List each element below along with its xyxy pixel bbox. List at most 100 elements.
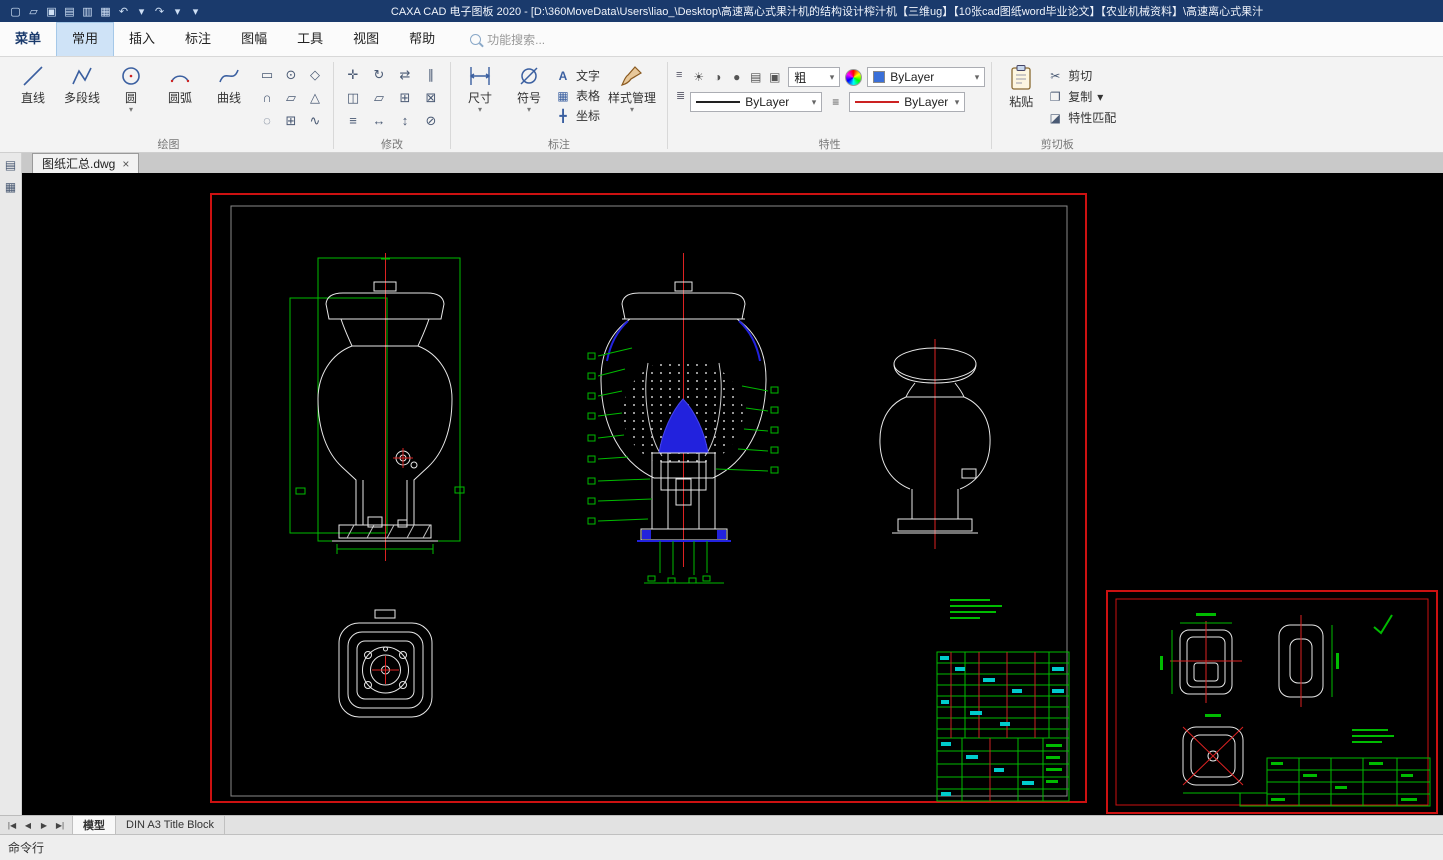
- sheet-tab-模型[interactable]: 模型: [72, 816, 116, 834]
- symbol-button[interactable]: 符号 ▾: [506, 61, 552, 114]
- function-search[interactable]: 功能搜索...: [470, 22, 545, 56]
- draw-grid-icon-7[interactable]: ⊞: [279, 109, 303, 132]
- menu-tab-常用[interactable]: 常用: [56, 22, 115, 56]
- open-icon[interactable]: ▱: [26, 5, 41, 18]
- list-icon[interactable]: ≡: [827, 95, 844, 109]
- draw-grid-icon-6[interactable]: ◌: [255, 109, 279, 132]
- half-circle-icon[interactable]: ◑: [709, 70, 726, 84]
- new-icon[interactable]: ▢: [8, 5, 23, 18]
- modify-grid-icon-10[interactable]: ↕: [392, 109, 418, 132]
- redo-icon[interactable]: ↷: [152, 5, 167, 18]
- sun-icon[interactable]: ☀: [690, 70, 707, 84]
- dimension-button[interactable]: 尺寸 ▾: [457, 61, 503, 114]
- draw-grid-icon-3[interactable]: ∩: [255, 86, 279, 109]
- linetype-value: ByLayer: [745, 95, 790, 109]
- customize-toolbar-icon[interactable]: ▾: [188, 5, 203, 18]
- modify-grid-icon-2[interactable]: ⇄: [392, 63, 418, 86]
- layer-swatch-icon: [873, 71, 886, 83]
- drawing-canvas[interactable]: [22, 173, 1443, 815]
- sheet-nav-0[interactable]: |◀: [4, 821, 20, 830]
- paste-button[interactable]: 粘贴: [998, 61, 1044, 110]
- undo-dropdown-icon[interactable]: ▾: [134, 5, 149, 18]
- redo-dropdown-icon[interactable]: ▾: [170, 5, 185, 18]
- dot-icon[interactable]: ●: [728, 70, 745, 84]
- command-line[interactable]: 命令行: [0, 834, 1443, 860]
- modify-grid-icon-1[interactable]: ↻: [366, 63, 392, 86]
- sheet-nav-1[interactable]: ◀: [20, 821, 36, 830]
- modify-grid-icon-3[interactable]: ∥: [418, 63, 444, 86]
- save-as-icon[interactable]: ▥: [80, 5, 95, 18]
- menu-tab-标注[interactable]: 标注: [170, 22, 226, 56]
- style-manager-button[interactable]: 样式管理 ▾: [603, 61, 661, 114]
- draw-grid-icon-4[interactable]: ▱: [279, 86, 303, 109]
- draw-grid-icon-5[interactable]: △: [303, 86, 327, 109]
- draw-grid-icon-0[interactable]: ▭: [255, 63, 279, 86]
- undo-icon[interactable]: ↶: [116, 5, 131, 18]
- sheet-tabs: 模型 DIN A3 Title Block: [72, 816, 226, 834]
- plot-preview-icon[interactable]: ▤: [62, 5, 77, 18]
- modify-grid-icon-0[interactable]: ✛: [340, 63, 366, 86]
- color-wheel-icon[interactable]: [845, 68, 863, 86]
- copy-button[interactable]: ❐ 复制 ▾: [1047, 88, 1116, 105]
- match-properties-button[interactable]: ◪ 特性匹配: [1047, 109, 1117, 126]
- dropdown-arrow-icon: ▾: [974, 71, 980, 82]
- menu-tab-图幅[interactable]: 图幅: [226, 22, 282, 56]
- color-dropdown[interactable]: ByLayer ▾: [849, 92, 966, 112]
- side-view[interactable]: [879, 339, 991, 549]
- tool-label: 表格: [576, 89, 601, 103]
- document-tab-bar: 图纸汇总.dwg ×: [22, 153, 1443, 173]
- close-icon[interactable]: ×: [122, 157, 129, 171]
- group-label-draw: 绘图: [157, 139, 180, 151]
- tool-line-button[interactable]: 直线: [10, 61, 56, 106]
- linetype-dropdown[interactable]: ByLayer ▾: [690, 92, 823, 112]
- save-icon[interactable]: ▣: [44, 5, 59, 18]
- grid-panel-icon[interactable]: ▦: [5, 180, 16, 194]
- menu-tab-帮助[interactable]: 帮助: [394, 22, 450, 56]
- modify-grid-icon-7[interactable]: ⊠: [418, 86, 444, 109]
- second-sheet[interactable]: [1106, 590, 1438, 814]
- dropdown-arrow-icon: ▾: [630, 105, 635, 114]
- menu-tab-视图[interactable]: 视图: [338, 22, 394, 56]
- modify-grid-icon-8[interactable]: ≡: [340, 109, 366, 132]
- modify-grid-icon-6[interactable]: ⊞: [392, 86, 418, 109]
- section-view[interactable]: [587, 253, 779, 584]
- dropdown-arrow-icon: ▾: [477, 105, 482, 114]
- sheet-tab-DIN A3 Title Block[interactable]: DIN A3 Title Block: [116, 816, 226, 834]
- menu-lines-icon-2[interactable]: ≣: [676, 89, 685, 102]
- menu-lines-icon[interactable]: ≡: [676, 69, 685, 81]
- modify-grid-icon-11[interactable]: ⊘: [418, 109, 444, 132]
- tool-arc-button[interactable]: 圆弧: [157, 61, 203, 106]
- linewidth-dropdown[interactable]: 粗 ▾: [788, 67, 841, 87]
- text-button[interactable]: A 文字: [555, 67, 600, 84]
- tool-polyline-button[interactable]: 多段线: [59, 61, 105, 106]
- tool-circle-button[interactable]: 圆 ▾: [108, 61, 154, 114]
- table-button[interactable]: ▦ 表格: [555, 87, 600, 104]
- coordinate-button[interactable]: ╋ 坐标: [555, 107, 600, 124]
- sheet-nav-2[interactable]: ▶: [36, 821, 52, 830]
- menu-tab-工具[interactable]: 工具: [282, 22, 338, 56]
- modify-grid-icon-9[interactable]: ↔: [366, 109, 392, 132]
- draw-grid-icon-1[interactable]: ⊙: [279, 63, 303, 86]
- layout-panel-icon[interactable]: ▤: [5, 158, 16, 172]
- modify-grid-icon-4[interactable]: ◫: [340, 86, 366, 109]
- group-label-modify: 修改: [381, 139, 403, 151]
- menu-tab-菜单[interactable]: 菜单: [0, 22, 56, 56]
- ribbon-group-draw: 直线 多段线 圆 ▾ 圆弧 曲线 ▭ ⊙ ◇ ∩ ▱ △ ◌ ⊞ ∿ 绘图: [4, 59, 333, 152]
- rows-icon[interactable]: ▤: [747, 70, 764, 84]
- top-view[interactable]: [338, 609, 433, 718]
- tool-spline-button[interactable]: 曲线: [206, 61, 252, 106]
- document-tab[interactable]: 图纸汇总.dwg ×: [32, 153, 140, 173]
- print-icon[interactable]: ▦: [98, 5, 113, 18]
- modify-grid-icon-5[interactable]: ▱: [366, 86, 392, 109]
- dropdown-arrow-icon: ▾: [1097, 89, 1104, 104]
- layer-dropdown[interactable]: ByLayer ▾: [867, 67, 986, 87]
- title-block[interactable]: [936, 651, 1070, 802]
- cut-button[interactable]: ✂ 剪切: [1047, 67, 1116, 84]
- front-view[interactable]: [289, 253, 465, 561]
- draw-grid-icon-2[interactable]: ◇: [303, 63, 327, 86]
- draw-grid-icon-8[interactable]: ∿: [303, 109, 327, 132]
- square-icon[interactable]: ▣: [766, 70, 783, 84]
- sheet-nav-3[interactable]: ▶|: [52, 821, 68, 830]
- menu-tab-插入[interactable]: 插入: [114, 22, 170, 56]
- arc-icon: [170, 75, 190, 83]
